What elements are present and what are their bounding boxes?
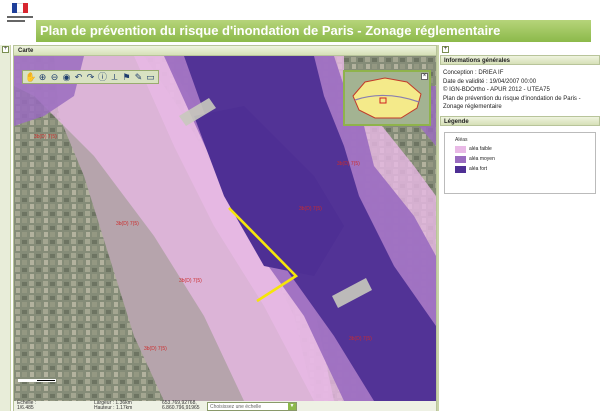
header: Plan de prévention du risque d'inondatio…: [0, 0, 600, 45]
echelle-value: 1/6.485: [17, 405, 34, 411]
info-icon[interactable]: ⓘ: [97, 72, 108, 83]
zoom-previous-icon[interactable]: ↶: [73, 72, 84, 83]
zone-label: 3b(D) 7(5): [116, 221, 139, 227]
zoom-out-box-icon[interactable]: ⊖: [49, 72, 60, 83]
overview-map[interactable]: ×: [343, 70, 431, 126]
pan-icon[interactable]: ✋: [25, 72, 36, 83]
zone-label: 3b(D) 7(5): [299, 206, 322, 212]
info-panel-title: Informations générales: [440, 55, 600, 65]
draw-icon[interactable]: ✎: [133, 72, 144, 83]
legend-swatch: [455, 165, 466, 173]
pin-icon[interactable]: ⚑: [121, 72, 132, 83]
collapse-right-icon[interactable]: +: [442, 46, 449, 53]
zone-label: 3b(D) 7(5): [34, 134, 57, 140]
info-line: Conception : DRIEA IF: [443, 70, 504, 76]
legend-swatch: [455, 145, 466, 153]
print-icon[interactable]: ▭: [145, 72, 156, 83]
legend-item: aléa fort: [455, 165, 595, 173]
hauteur-value: Hauteur : 1.17km: [94, 405, 133, 411]
zone-label: 3b(D) 7(5): [337, 161, 360, 167]
zone-label: 3b(D) 7(5): [349, 336, 372, 342]
info-line: © IGN-BDOrtho - APUR 2012 - UTEA75: [443, 87, 550, 93]
legend-label: aléa moyen: [469, 156, 495, 162]
zone-label: 3b(D) 7(5): [144, 346, 167, 352]
right-panel-top: +: [440, 45, 600, 55]
left-collapse-strip[interactable]: +: [0, 45, 11, 411]
map-viewport[interactable]: 3b(D) 7(5) 3b(D) 7(5) 3b(D) 7(5) 3b(D) 7…: [14, 56, 436, 401]
info-line: Zonage réglementaire: [443, 104, 502, 110]
legend-item: aléa faible: [455, 145, 595, 153]
right-panel: Informations générales Conception : DRIE…: [440, 55, 600, 411]
zone-label: 3b(D) 7(5): [179, 278, 202, 284]
zoom-in-box-icon[interactable]: ⊕: [37, 72, 48, 83]
legend-heading: Aléas: [455, 136, 468, 143]
map-toolbar: ✋ ⊕ ⊖ ◉ ↶ ↷ ⓘ ⟂ ⚑ ✎ ▭: [22, 70, 159, 84]
coord-y: 6.860.796,91965: [162, 405, 200, 411]
chevron-down-icon[interactable]: ▼: [288, 403, 296, 410]
info-line: Plan de prévention du risque d'inondatio…: [443, 95, 581, 102]
info-line: Date de validité : 19/04/2007 00:00: [443, 78, 537, 85]
republique-francaise-logo: [5, 2, 33, 28]
globe-icon[interactable]: ◉: [61, 72, 72, 83]
panel-splitter[interactable]: [437, 45, 439, 411]
map-panel-title: Carte: [14, 46, 436, 56]
legend-box: Aléas aléa faible aléa moyen aléa fort: [444, 131, 596, 194]
legend-title: Légende: [440, 115, 600, 126]
status-bar: Échelle : 1/6.485 Largeur : 1.36km Haute…: [14, 401, 436, 411]
zoom-next-icon[interactable]: ↷: [85, 72, 96, 83]
legend-swatch: [455, 155, 466, 163]
scale-select[interactable]: Choisissez une échelle ▼: [207, 402, 297, 411]
page-title: Plan de prévention du risque d'inondatio…: [36, 20, 591, 42]
close-overview-icon[interactable]: ×: [421, 73, 428, 80]
overview-map-canvas[interactable]: [345, 72, 429, 124]
legend-label: aléa fort: [469, 166, 488, 172]
info-panel-body: Conception : DRIEA IF Date de validité :…: [440, 65, 600, 116]
measure-icon[interactable]: ⟂: [109, 72, 120, 83]
expand-left-icon[interactable]: +: [2, 46, 9, 53]
map-panel: Carte 3b(D) 7(5) 3b(D) 7(5) 3b(D) 7(5) 3…: [13, 45, 437, 411]
legend-label: aléa faible: [469, 146, 492, 152]
legend-item: aléa moyen: [455, 155, 595, 163]
scale-select-placeholder: Choisissez une échelle: [210, 404, 262, 410]
scale-bar: [18, 379, 56, 383]
